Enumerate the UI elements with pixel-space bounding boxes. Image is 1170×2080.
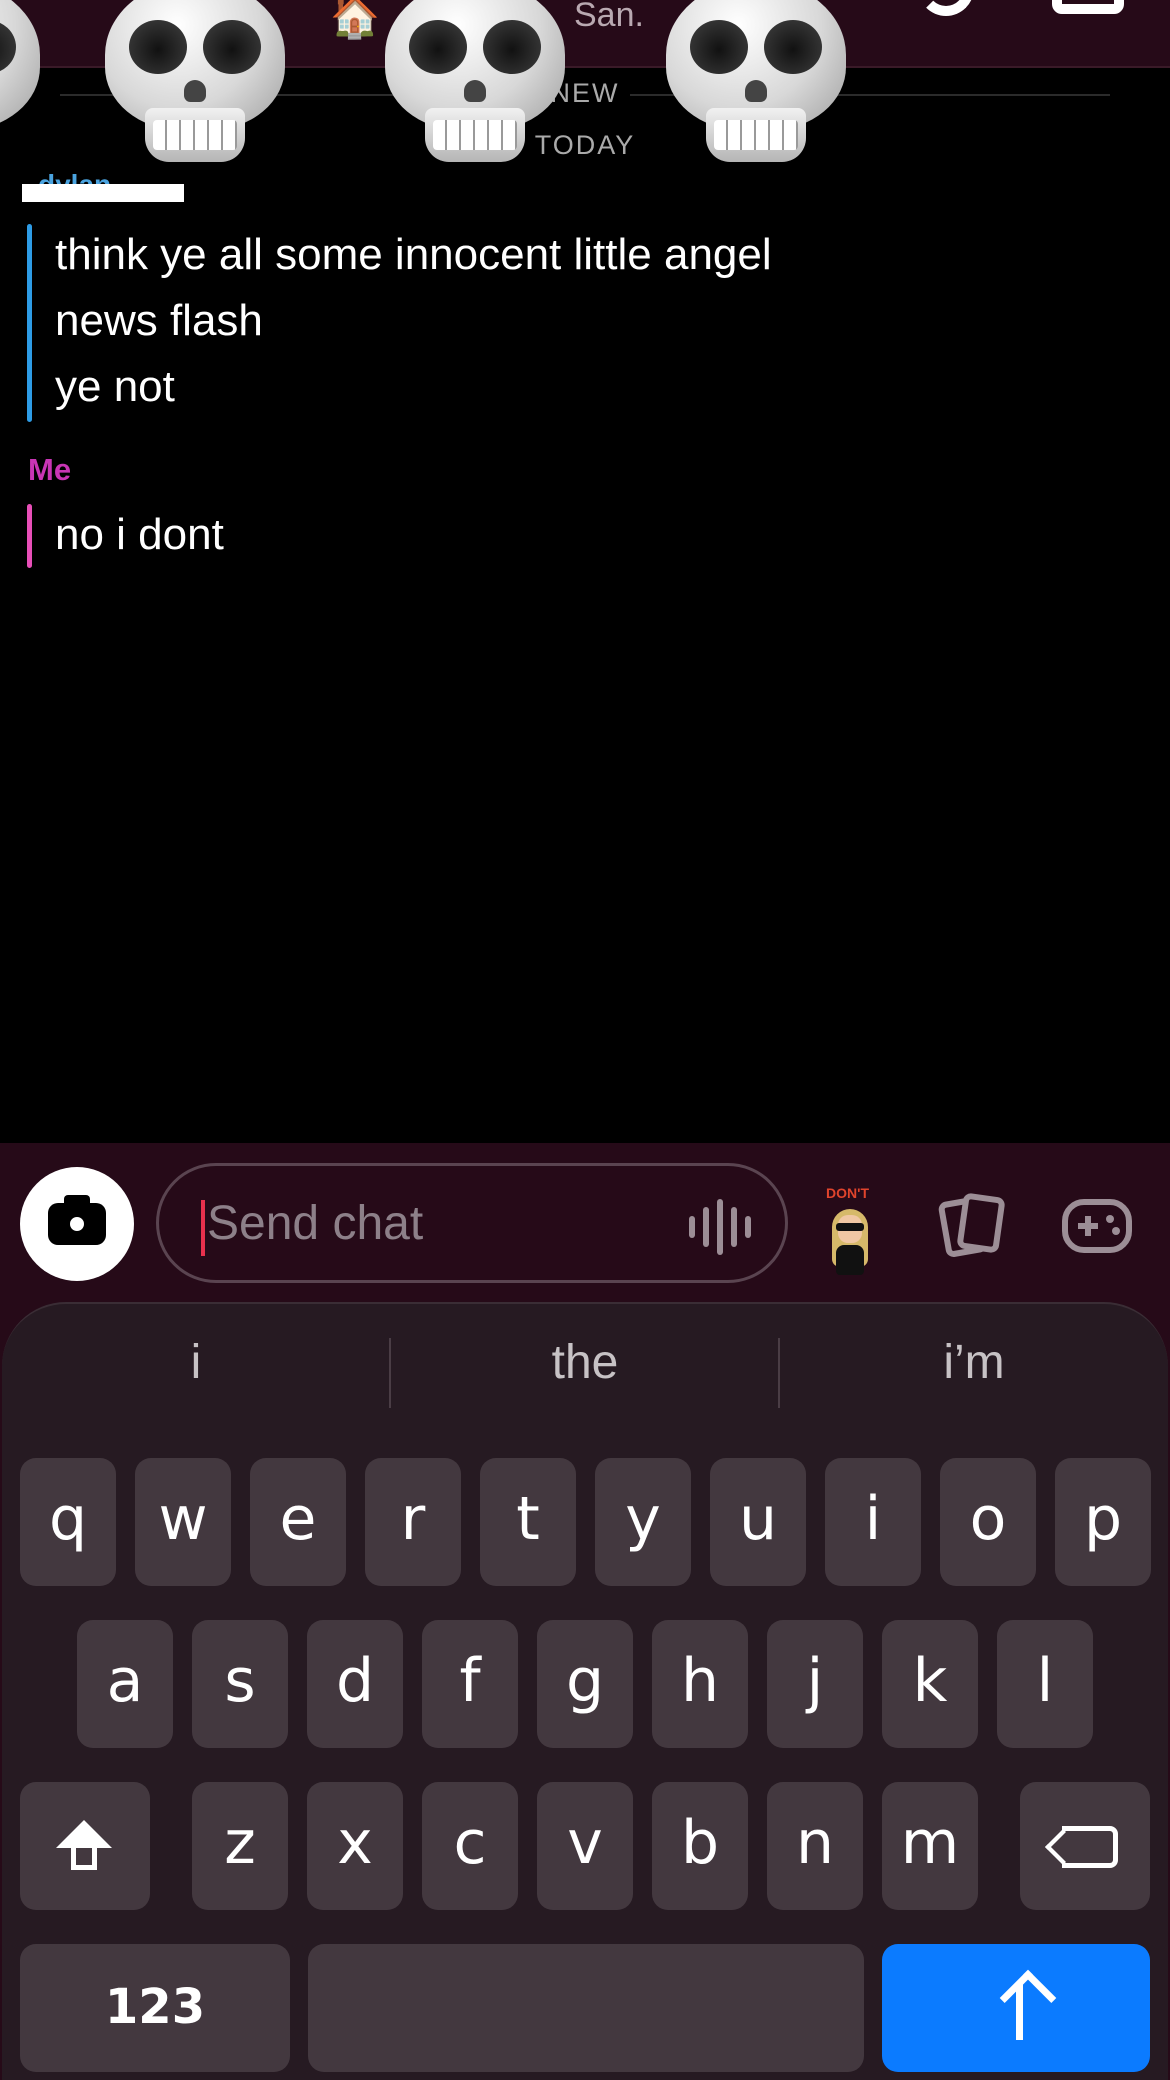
key-c[interactable]: c [422,1782,518,1910]
redacted-sender-name: dylan [22,172,184,202]
numbers-key[interactable]: 123 [20,1944,290,2072]
space-key[interactable] [308,1944,864,2072]
shift-key[interactable] [20,1782,150,1910]
key-w[interactable]: w [135,1458,231,1586]
send-arrow-icon [999,1969,1057,2027]
key-y[interactable]: y [595,1458,691,1586]
key-s[interactable]: s [192,1620,288,1748]
message-accent-bar [27,504,32,568]
chat-title[interactable]: San. [574,0,644,35]
camera-button[interactable] [20,1167,134,1281]
key-k[interactable]: k [882,1620,978,1748]
skull-emoji [0,0,50,180]
video-call-icon[interactable] [1052,0,1124,14]
key-u[interactable]: u [710,1458,806,1586]
sender-name-peek: dylan [38,172,111,184]
send-key[interactable] [882,1944,1150,2072]
key-v[interactable]: v [537,1782,633,1910]
key-t[interactable]: t [480,1458,576,1586]
message-text: ye not [55,362,175,411]
key-l[interactable]: l [997,1620,1093,1748]
key-r[interactable]: r [365,1458,461,1586]
bitmoji-sticker[interactable]: DON'T [820,1185,880,1281]
message-text: think ye all some innocent little angel [55,230,772,279]
key-j[interactable]: j [767,1620,863,1748]
chat-input[interactable]: Send chat [156,1163,788,1283]
key-q[interactable]: q [20,1458,116,1586]
suggestion-item[interactable]: the [391,1318,779,1408]
house-emoji: 🏠 [330,0,380,40]
call-icon[interactable] [918,0,974,16]
skull-emoji [656,0,856,180]
message-text: news flash [55,296,263,345]
bitmoji-caption: DON'T [826,1185,869,1201]
key-b[interactable]: b [652,1782,748,1910]
key-d[interactable]: d [307,1620,403,1748]
key-p[interactable]: p [1055,1458,1151,1586]
key-i[interactable]: i [825,1458,921,1586]
keyboard: i the i’m q w e r t y u i o p a s d f g … [2,1302,1168,2080]
message-text: no i dont [55,510,224,559]
key-h[interactable]: h [652,1620,748,1748]
key-e[interactable]: e [250,1458,346,1586]
backspace-key[interactable] [1020,1782,1150,1910]
key-f[interactable]: f [422,1620,518,1748]
message-accent-bar [27,224,32,422]
sender-name-me: Me [28,452,72,487]
key-n[interactable]: n [767,1782,863,1910]
key-m[interactable]: m [882,1782,978,1910]
voice-icon[interactable] [689,1199,765,1255]
suggestion-item[interactable]: i [2,1318,390,1408]
suggestion-item[interactable]: i’m [780,1318,1168,1408]
shift-icon [56,1820,112,1848]
key-z[interactable]: z [192,1782,288,1910]
chat-input-placeholder: Send chat [207,1197,424,1250]
games-icon[interactable] [1062,1199,1132,1253]
key-x[interactable]: x [307,1782,403,1910]
key-a[interactable]: a [77,1620,173,1748]
key-g[interactable]: g [537,1620,633,1748]
skull-emoji [375,0,575,180]
key-o[interactable]: o [940,1458,1036,1586]
text-caret [201,1200,205,1256]
memories-icon[interactable] [937,1192,1006,1259]
suggestion-bar: i the i’m [2,1318,1168,1408]
skull-emoji [95,0,295,180]
